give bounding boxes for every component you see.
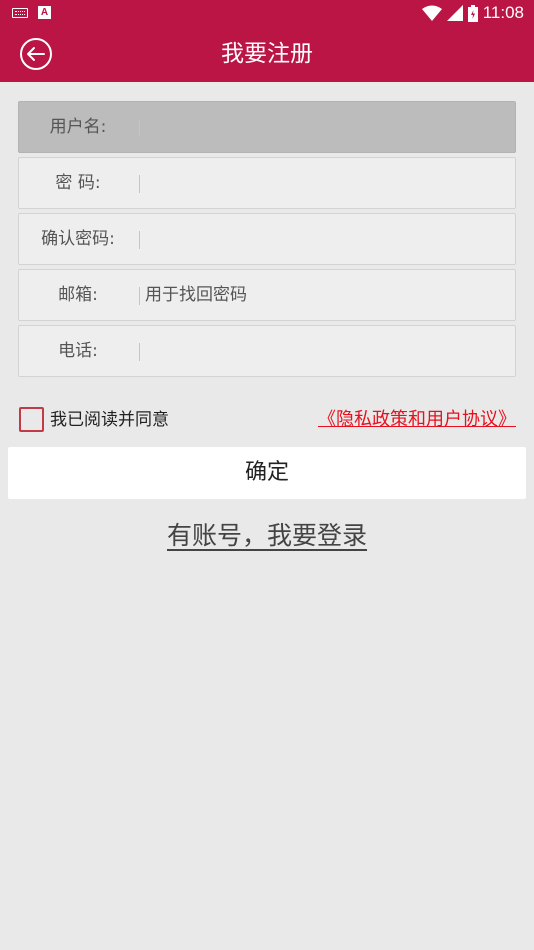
wifi-icon <box>421 5 442 21</box>
privacy-policy-link[interactable]: 《隐私政策和用户协议》 <box>318 406 516 434</box>
signal-icon <box>446 5 463 21</box>
confirm-password-field[interactable]: 确认密码: <box>18 213 516 265</box>
app-header: 我要注册 <box>0 26 534 82</box>
field-divider <box>139 287 140 305</box>
field-divider <box>139 119 140 137</box>
password-label: 密 码: <box>55 173 101 193</box>
status-bar: A 11:08 <box>0 0 534 26</box>
username-input[interactable] <box>145 102 505 152</box>
status-time: 11:08 <box>482 3 524 22</box>
status-right-icons: 11:08 <box>421 3 524 23</box>
email-label: 邮箱: <box>58 285 98 305</box>
phone-input[interactable] <box>145 326 505 376</box>
text-a-icon: A <box>38 6 51 19</box>
password-input[interactable] <box>145 158 505 208</box>
field-divider <box>139 231 140 249</box>
phone-label: 电话: <box>58 341 98 361</box>
phone-field[interactable]: 电话: <box>18 325 516 377</box>
confirm-password-label: 确认密码: <box>41 229 115 249</box>
login-link[interactable]: 有账号，我要登录 <box>0 516 534 552</box>
field-divider <box>139 175 140 193</box>
username-field[interactable]: 用户名: <box>18 101 516 153</box>
confirm-button[interactable]: 确定 <box>8 447 526 499</box>
email-field[interactable]: 邮箱: <box>18 269 516 321</box>
login-link-text[interactable]: 有账号，我要登录 <box>167 521 367 550</box>
page-title: 我要注册 <box>221 41 313 67</box>
agree-label: 我已阅读并同意 <box>50 410 169 430</box>
agreement-row: 我已阅读并同意 《隐私政策和用户协议》 <box>18 406 516 434</box>
email-input[interactable] <box>145 270 505 320</box>
battery-icon <box>467 4 478 22</box>
status-left-icons: A <box>12 6 51 19</box>
confirm-password-input[interactable] <box>145 214 505 264</box>
agree-checkbox[interactable] <box>19 407 44 432</box>
password-field[interactable]: 密 码: <box>18 157 516 209</box>
field-divider <box>139 343 140 361</box>
register-form: 用户名: 密 码: 确认密码: 邮箱: 电话: <box>18 101 516 381</box>
username-label: 用户名: <box>49 117 107 137</box>
keyboard-icon <box>12 7 28 18</box>
